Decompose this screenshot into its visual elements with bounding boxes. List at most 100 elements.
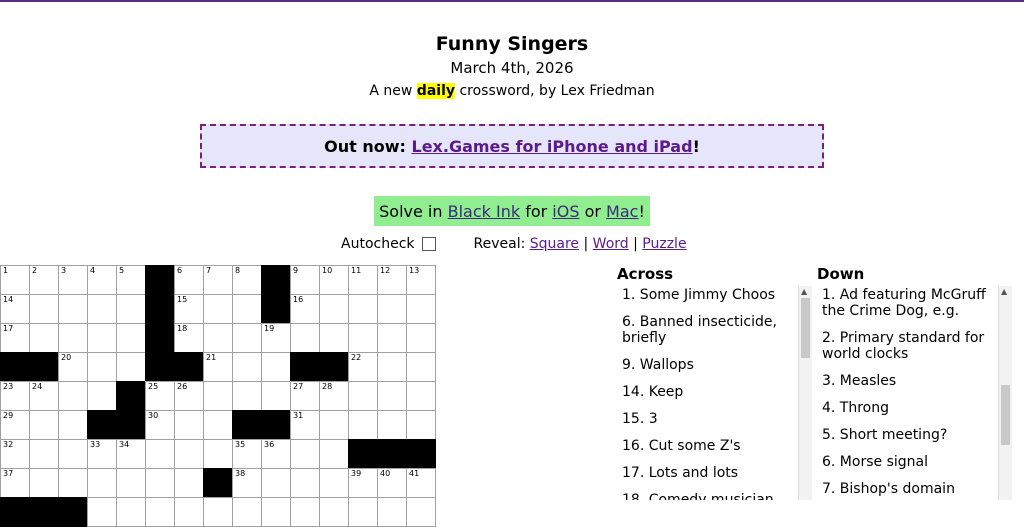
grid-cell[interactable]: 41 [406, 468, 436, 498]
down-clue[interactable]: 7. Bishop's domain [817, 480, 997, 497]
grid-cell[interactable] [406, 497, 436, 527]
grid-cell[interactable]: 5 [116, 265, 146, 295]
grid-cell[interactable]: 3 [58, 265, 88, 295]
across-scroll-thumb[interactable] [801, 298, 810, 358]
grid-cell[interactable]: 25 [145, 381, 175, 411]
autocheck-checkbox[interactable] [421, 237, 436, 251]
grid-cell[interactable] [348, 323, 378, 353]
grid-cell[interactable] [29, 439, 59, 469]
grid-cell[interactable]: 26 [174, 381, 204, 411]
grid-cell[interactable] [145, 468, 175, 498]
grid-cell[interactable]: 30 [145, 410, 175, 440]
grid-cell[interactable]: 31 [290, 410, 320, 440]
reveal-word-link[interactable]: Word [593, 236, 629, 252]
reveal-puzzle-link[interactable]: Puzzle [642, 236, 686, 252]
grid-cell[interactable] [116, 468, 146, 498]
grid-cell[interactable] [174, 497, 204, 527]
grid-cell[interactable]: 22 [348, 352, 378, 382]
down-clue[interactable]: 5. Short meeting? [817, 426, 997, 443]
grid-cell[interactable] [58, 294, 88, 324]
grid-cell[interactable] [348, 497, 378, 527]
grid-cell[interactable] [58, 410, 88, 440]
grid-cell[interactable] [87, 381, 117, 411]
grid-cell[interactable] [116, 323, 146, 353]
grid-cell[interactable]: 28 [319, 381, 349, 411]
grid-cell[interactable] [203, 497, 233, 527]
across-clue[interactable]: 6. Banned insecticide, briefly [617, 313, 797, 346]
grid-cell[interactable] [87, 352, 117, 382]
grid-cell[interactable]: 24 [29, 381, 59, 411]
grid-cell[interactable] [174, 468, 204, 498]
grid-cell[interactable] [377, 410, 407, 440]
grid-cell[interactable] [406, 352, 436, 382]
grid-cell[interactable]: 13 [406, 265, 436, 295]
grid-cell[interactable] [58, 323, 88, 353]
grid-cell[interactable] [232, 323, 262, 353]
grid-cell[interactable] [232, 381, 262, 411]
down-clue[interactable]: 1. Ad featuring McGruff the Crime Dog, e… [817, 286, 997, 319]
grid-cell[interactable] [377, 294, 407, 324]
grid-cell[interactable] [348, 410, 378, 440]
lex-games-link[interactable]: Lex.Games for iPhone and iPad [412, 137, 693, 156]
grid-cell[interactable] [116, 294, 146, 324]
grid-cell[interactable] [232, 497, 262, 527]
grid-cell[interactable] [145, 497, 175, 527]
across-clue[interactable]: 16. Cut some Z's [617, 437, 797, 454]
grid-cell[interactable] [174, 439, 204, 469]
grid-cell[interactable] [319, 410, 349, 440]
grid-cell[interactable] [290, 323, 320, 353]
grid-cell[interactable]: 17 [0, 323, 30, 353]
grid-cell[interactable]: 14 [0, 294, 30, 324]
grid-cell[interactable]: 10 [319, 265, 349, 295]
grid-cell[interactable]: 36 [261, 439, 291, 469]
grid-cell[interactable] [58, 381, 88, 411]
grid-cell[interactable]: 38 [232, 468, 262, 498]
grid-cell[interactable]: 12 [377, 265, 407, 295]
scroll-up-arrow-icon[interactable]: ▲ [801, 287, 807, 296]
grid-cell[interactable] [232, 294, 262, 324]
black-ink-link[interactable]: Black Ink [448, 202, 521, 221]
across-clue[interactable]: 18. Comedy musician [617, 491, 797, 500]
down-clue[interactable]: 3. Measles [817, 372, 997, 389]
grid-cell[interactable]: 40 [377, 468, 407, 498]
ios-link[interactable]: iOS [552, 202, 579, 221]
across-clue[interactable]: 1. Some Jimmy Choos [617, 286, 797, 303]
grid-cell[interactable] [145, 439, 175, 469]
grid-cell[interactable]: 27 [290, 381, 320, 411]
grid-cell[interactable]: 32 [0, 439, 30, 469]
down-scroll-thumb[interactable] [1001, 384, 1010, 445]
grid-cell[interactable] [348, 381, 378, 411]
grid-cell[interactable] [377, 497, 407, 527]
down-scrollbar[interactable]: ▲ [998, 286, 1012, 500]
grid-cell[interactable] [348, 294, 378, 324]
grid-cell[interactable] [58, 468, 88, 498]
grid-cell[interactable]: 11 [348, 265, 378, 295]
grid-cell[interactable]: 1 [0, 265, 30, 295]
grid-cell[interactable] [29, 323, 59, 353]
grid-cell[interactable]: 34 [116, 439, 146, 469]
grid-cell[interactable]: 21 [203, 352, 233, 382]
grid-cell[interactable] [232, 352, 262, 382]
across-clue[interactable]: 14. Keep [617, 383, 797, 400]
grid-cell[interactable] [29, 468, 59, 498]
scroll-up-arrow-icon[interactable]: ▲ [1001, 287, 1007, 296]
grid-cell[interactable]: 16 [290, 294, 320, 324]
grid-cell[interactable]: 35 [232, 439, 262, 469]
grid-cell[interactable] [261, 468, 291, 498]
grid-cell[interactable]: 29 [0, 410, 30, 440]
grid-cell[interactable]: 7 [203, 265, 233, 295]
grid-cell[interactable] [406, 381, 436, 411]
grid-cell[interactable]: 19 [261, 323, 291, 353]
grid-cell[interactable] [116, 497, 146, 527]
across-scrollbar[interactable]: ▲ [798, 286, 812, 500]
grid-cell[interactable] [377, 352, 407, 382]
grid-cell[interactable] [290, 497, 320, 527]
grid-cell[interactable]: 39 [348, 468, 378, 498]
down-clue[interactable]: 4. Throng [817, 399, 997, 416]
grid-cell[interactable] [116, 352, 146, 382]
grid-cell[interactable] [203, 294, 233, 324]
grid-cell[interactable] [87, 468, 117, 498]
grid-cell[interactable]: 6 [174, 265, 204, 295]
reveal-square-link[interactable]: Square [530, 236, 579, 252]
down-clue[interactable]: 2. Primary standard for world clocks [817, 329, 997, 362]
